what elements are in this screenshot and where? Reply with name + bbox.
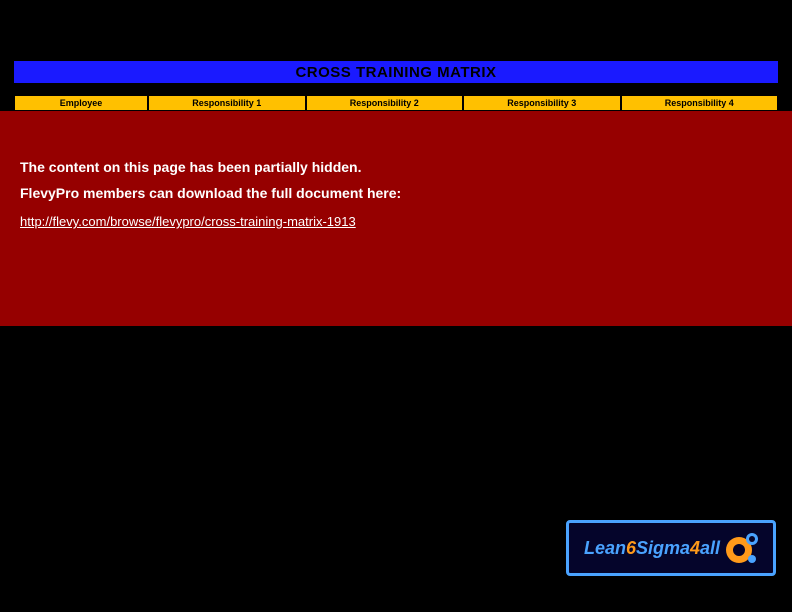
logo-text: Lean6Sigma4all xyxy=(584,538,720,559)
title-bar: CROSS TRAINING MATRIX xyxy=(14,61,778,83)
header-resp-2: Responsibility 2 xyxy=(306,95,464,111)
table-header-row: Employee Responsibility 1 Responsibility… xyxy=(14,95,778,111)
overlay-message-1: The content on this page has been partia… xyxy=(20,159,772,175)
header-resp-1: Responsibility 1 xyxy=(148,95,306,111)
page-title: CROSS TRAINING MATRIX xyxy=(295,64,496,81)
gear-icon xyxy=(724,531,758,565)
header-employee: Employee xyxy=(14,95,148,111)
hidden-content-overlay: The content on this page has been partia… xyxy=(0,111,792,326)
header-resp-3: Responsibility 3 xyxy=(463,95,621,111)
download-link[interactable]: http://flevy.com/browse/flevypro/cross-t… xyxy=(20,214,356,229)
brand-logo: Lean6Sigma4all xyxy=(566,520,776,576)
header-resp-4: Responsibility 4 xyxy=(621,95,779,111)
overlay-message-2: FlevyPro members can download the full d… xyxy=(20,185,772,201)
